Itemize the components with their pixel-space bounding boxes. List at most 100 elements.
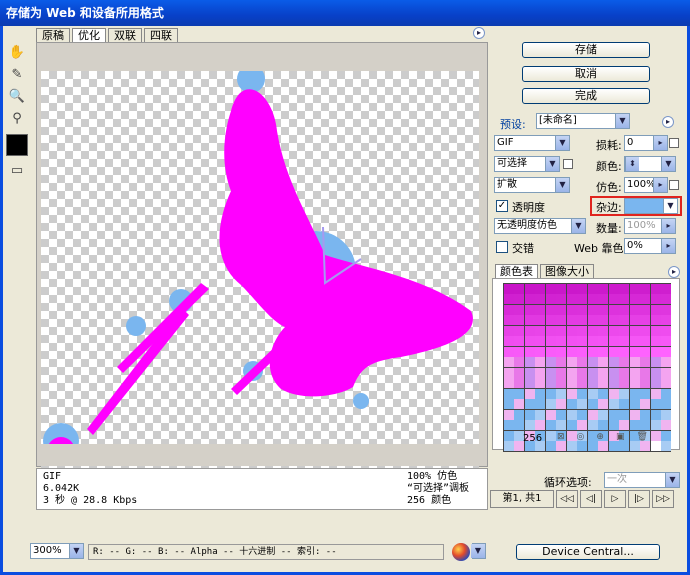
optimize-menu-icon[interactable]: ▸ xyxy=(662,116,674,128)
color-swatch[interactable] xyxy=(577,409,587,420)
color-swatch[interactable] xyxy=(650,357,661,367)
color-swatch[interactable] xyxy=(661,378,671,388)
color-swatch[interactable] xyxy=(535,420,545,430)
color-swatch[interactable] xyxy=(545,304,556,315)
color-swatch[interactable] xyxy=(556,357,566,367)
hand-tool-icon[interactable]: ✋ xyxy=(6,42,28,62)
color-swatch[interactable] xyxy=(661,325,671,336)
browser-preview-icon[interactable] xyxy=(452,543,470,561)
color-swatch[interactable] xyxy=(514,420,524,430)
color-swatch[interactable] xyxy=(629,304,640,315)
reduction-select[interactable]: 可选择 ▼ xyxy=(494,156,560,172)
color-swatch[interactable] xyxy=(524,367,535,378)
color-swatch[interactable] xyxy=(566,378,577,388)
tab-original[interactable]: 原稿 xyxy=(36,28,70,42)
color-swatch[interactable] xyxy=(566,315,577,325)
lock-color-icon[interactable]: ⊕ xyxy=(596,432,604,442)
color-swatch[interactable] xyxy=(545,325,556,336)
color-swatch[interactable] xyxy=(514,378,524,388)
color-swatch[interactable] xyxy=(619,325,629,336)
color-swatch[interactable] xyxy=(629,336,640,346)
color-swatch[interactable] xyxy=(577,304,587,315)
color-swatch[interactable] xyxy=(629,378,640,388)
color-swatch[interactable] xyxy=(608,367,619,378)
color-swatch[interactable] xyxy=(650,399,661,409)
color-swatch[interactable] xyxy=(503,336,514,346)
color-swatch[interactable] xyxy=(535,399,545,409)
color-swatch[interactable] xyxy=(661,283,671,294)
color-swatch[interactable] xyxy=(556,378,566,388)
color-swatch[interactable] xyxy=(629,409,640,420)
color-swatch[interactable] xyxy=(587,409,598,420)
color-swatch[interactable] xyxy=(535,357,545,367)
color-swatch[interactable] xyxy=(503,378,514,388)
color-swatch[interactable] xyxy=(535,346,545,357)
color-swatch[interactable] xyxy=(650,409,661,420)
tab-4up[interactable]: 四联 xyxy=(144,28,178,42)
lossy-field[interactable]: 0 ▸ xyxy=(624,135,668,151)
color-swatch[interactable] xyxy=(608,388,619,399)
color-swatch[interactable] xyxy=(514,346,524,357)
color-swatch[interactable] xyxy=(566,367,577,378)
color-swatch[interactable] xyxy=(661,367,671,378)
color-swatch[interactable] xyxy=(566,357,577,367)
color-swatch[interactable] xyxy=(629,441,640,451)
color-swatch[interactable] xyxy=(524,325,535,336)
color-swatch[interactable] xyxy=(503,399,514,409)
color-swatch[interactable] xyxy=(598,367,608,378)
color-swatch[interactable] xyxy=(640,304,650,315)
tab-color-table[interactable]: 颜色表 xyxy=(495,264,538,278)
color-swatch[interactable] xyxy=(598,441,608,451)
color-swatch[interactable] xyxy=(619,441,629,451)
color-swatch[interactable] xyxy=(650,346,661,357)
color-swatch[interactable] xyxy=(587,336,598,346)
color-swatch[interactable] xyxy=(514,388,524,399)
color-swatch[interactable] xyxy=(650,315,661,325)
color-swatch[interactable] xyxy=(640,336,650,346)
web-snap-field[interactable]: 0% ▸ xyxy=(624,238,676,254)
color-swatch[interactable] xyxy=(640,346,650,357)
color-swatch[interactable] xyxy=(577,441,587,451)
color-swatch[interactable] xyxy=(535,388,545,399)
color-swatch[interactable] xyxy=(556,315,566,325)
color-swatch[interactable] xyxy=(587,294,598,304)
color-swatch[interactable] xyxy=(514,367,524,378)
zoom-tool-icon[interactable]: 🔍 xyxy=(6,86,28,106)
color-swatch[interactable] xyxy=(661,441,671,451)
color-swatch[interactable] xyxy=(577,399,587,409)
color-swatch[interactable] xyxy=(619,346,629,357)
save-button[interactable]: 存储 xyxy=(522,42,650,58)
color-swatch[interactable] xyxy=(608,325,619,336)
dither-algorithm-select[interactable]: 扩散 ▼ xyxy=(494,177,570,193)
color-swatch[interactable] xyxy=(545,367,556,378)
color-swatch[interactable] xyxy=(619,399,629,409)
color-swatch[interactable] xyxy=(640,378,650,388)
color-swatch[interactable] xyxy=(514,399,524,409)
color-swatch[interactable] xyxy=(566,399,577,409)
preset-select[interactable]: [未命名] ▼ xyxy=(536,113,630,129)
color-swatch[interactable] xyxy=(608,336,619,346)
color-swatch[interactable] xyxy=(640,315,650,325)
color-swatch[interactable] xyxy=(566,294,577,304)
color-swatch[interactable] xyxy=(619,420,629,430)
color-swatch[interactable] xyxy=(598,346,608,357)
color-swatch[interactable] xyxy=(566,388,577,399)
color-swatch[interactable] xyxy=(545,441,556,451)
dither-field[interactable]: 100% ▸ xyxy=(624,177,668,193)
color-swatch[interactable] xyxy=(566,409,577,420)
eyedropper-color-swatch[interactable] xyxy=(6,134,28,156)
color-swatch[interactable] xyxy=(598,315,608,325)
color-swatch[interactable] xyxy=(535,378,545,388)
color-swatch[interactable] xyxy=(650,441,661,451)
color-swatch[interactable] xyxy=(503,441,514,451)
color-swatch[interactable] xyxy=(608,409,619,420)
color-swatch[interactable] xyxy=(577,367,587,378)
color-swatch[interactable] xyxy=(556,399,566,409)
color-swatch[interactable] xyxy=(566,346,577,357)
browser-menu[interactable]: ▼ xyxy=(471,543,486,559)
color-swatch[interactable] xyxy=(587,420,598,430)
color-swatch[interactable] xyxy=(524,315,535,325)
color-swatch[interactable] xyxy=(629,325,640,336)
lossy-mask-icon[interactable] xyxy=(669,138,679,148)
color-swatch[interactable] xyxy=(545,420,556,430)
